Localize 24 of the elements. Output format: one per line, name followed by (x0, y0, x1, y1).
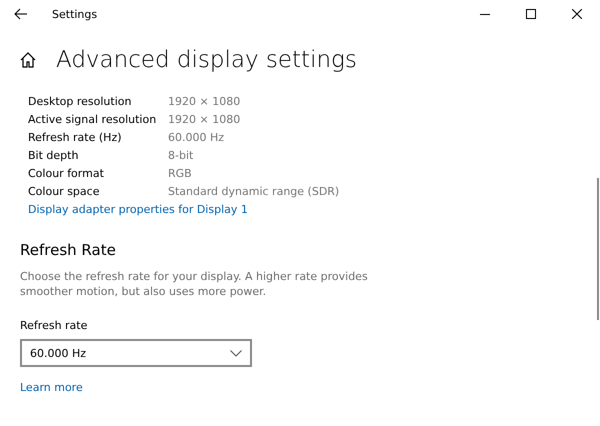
info-value: 1920 × 1080 (168, 95, 242, 108)
info-value: 8-bit (168, 149, 194, 162)
section-description: Choose the refresh rate for your display. A higher rate provides smoother motion, but also uses more power. (20, 269, 369, 299)
info-label: Desktop resolution (28, 95, 132, 108)
info-label: Refresh rate (Hz) (28, 131, 123, 144)
scrollbar[interactable] (597, 178, 599, 320)
window-title: Settings (52, 8, 98, 20)
info-label: Colour space (28, 185, 100, 198)
info-value: Standard dynamic range (SDR) (168, 185, 340, 198)
info-label: Bit depth (28, 149, 80, 162)
chevron-down-icon (230, 350, 242, 356)
learn-more-link[interactable]: Learn more (20, 381, 83, 394)
section-heading: Refresh Rate (20, 241, 117, 259)
page-title: Advanced display settings (56, 47, 357, 73)
field-label: Refresh rate (20, 319, 88, 332)
back-icon[interactable] (14, 8, 28, 20)
info-value: 1920 × 1080 (168, 113, 242, 126)
home-icon[interactable] (20, 52, 36, 68)
info-value: RGB (168, 167, 193, 180)
adapter-properties-link[interactable]: Display adapter properties for Display 1 (28, 203, 248, 216)
info-value: 60.000 Hz (168, 131, 226, 144)
info-label: Colour format (28, 167, 105, 180)
info-label: Active signal resolution (28, 113, 158, 126)
refresh-rate-dropdown[interactable]: 60.000 Hz (20, 339, 252, 367)
